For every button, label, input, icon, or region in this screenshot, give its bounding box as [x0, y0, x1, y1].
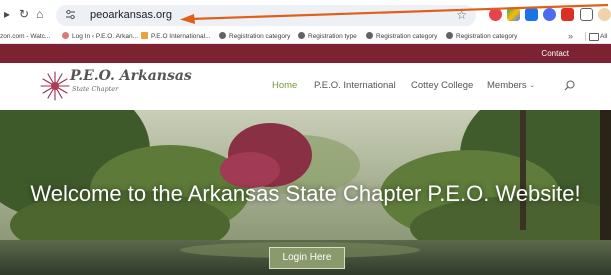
bookmark-item[interactable]: Registration category — [219, 32, 290, 41]
site-favicon-icon — [141, 32, 148, 39]
bookmark-item[interactable]: Registration category — [366, 32, 437, 41]
drive-extension-icon[interactable] — [507, 8, 520, 21]
search-icon[interactable] — [564, 80, 575, 91]
nav-members[interactable]: Members ⌄ — [487, 79, 535, 93]
all-bookmarks-link[interactable]: All — [600, 32, 607, 41]
bookmarks-divider — [585, 32, 586, 41]
globe-icon — [219, 32, 226, 39]
docs-extension-icon[interactable] — [525, 8, 538, 21]
nav-cottey-college[interactable]: Cottey College — [411, 79, 473, 92]
login-button[interactable]: Login Here — [269, 247, 345, 269]
address-bar[interactable]: peoarkansas.org ☆ — [56, 5, 476, 26]
bookmark-item[interactable]: zon.com - Watc... — [0, 32, 50, 41]
globe-icon — [366, 32, 373, 39]
nav-members-label: Members — [487, 80, 527, 91]
blue-extension-icon[interactable] — [543, 8, 556, 21]
folder-icon[interactable] — [589, 33, 599, 41]
reload-icon[interactable]: ↻ — [19, 7, 29, 21]
site-top-bar: Contact — [0, 44, 611, 63]
site-header: P.E.O. Arkansas State Chapter Home P.E.O… — [0, 63, 611, 110]
contact-link[interactable]: Contact — [541, 48, 569, 59]
hero-title: Welcome to the Arkansas State Chapter P.… — [30, 181, 581, 206]
bookmark-star-icon[interactable]: ☆ — [456, 7, 467, 23]
pdf-extension-icon[interactable] — [561, 8, 574, 21]
bookmark-item[interactable]: P.E.O International... — [141, 32, 211, 41]
bookmark-item[interactable]: Registration type — [298, 32, 357, 41]
daisy-logo-icon[interactable] — [40, 71, 70, 101]
site-favicon-icon — [62, 32, 69, 39]
profile-avatar-icon[interactable] — [598, 8, 611, 21]
home-icon[interactable]: ⌂ — [36, 7, 43, 21]
url-text[interactable]: peoarkansas.org — [90, 8, 172, 22]
bookmarks-bar: zon.com - Watc... Log In ‹ P.E.O. Arkan.… — [0, 30, 611, 44]
pinterest-extension-icon[interactable] — [489, 8, 502, 21]
extensions-puzzle-icon[interactable] — [580, 8, 593, 21]
nav-peo-international[interactable]: P.E.O. International — [314, 79, 396, 92]
site-logo-title[interactable]: P.E.O. Arkansas — [70, 68, 192, 84]
bookmark-item[interactable]: Log In ‹ P.E.O. Arkan... — [62, 32, 138, 41]
site-logo-subtitle: State Chapter — [72, 85, 119, 93]
bookmark-item[interactable]: Registration category — [446, 32, 517, 41]
bookmarks-overflow-button[interactable]: » — [568, 30, 573, 42]
back-arrow-icon[interactable]: ▸ — [4, 7, 10, 21]
globe-icon — [298, 32, 305, 39]
nav-home[interactable]: Home — [272, 79, 297, 92]
site-info-icon[interactable] — [65, 9, 76, 20]
globe-icon — [446, 32, 453, 39]
browser-toolbar: ▸ ↻ ⌂ peoarkansas.org ☆ — [0, 0, 611, 30]
chevron-down-icon: ⌄ — [529, 83, 535, 89]
hero-banner: Welcome to the Arkansas State Chapter P.… — [0, 110, 611, 275]
